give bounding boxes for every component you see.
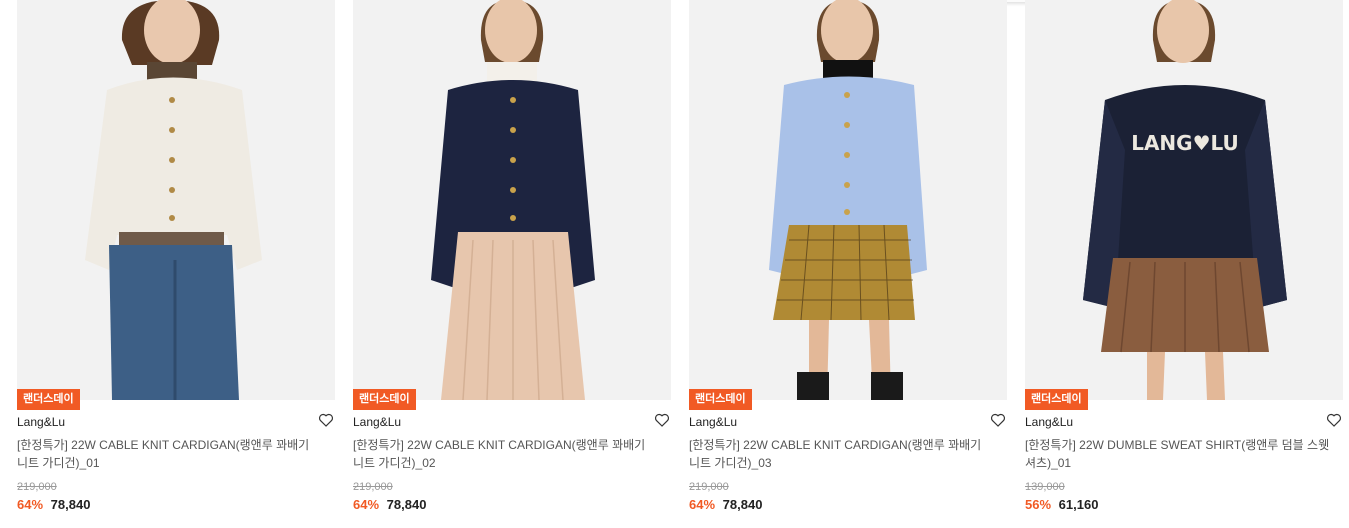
product-card[interactable]: 랜더스데이 Lang&Lu [한정특가] 22W CABLE KNIT CARD… — [353, 0, 671, 528]
heart-outline-icon[interactable] — [989, 411, 1007, 429]
price-row: 64% 78,840 — [689, 496, 762, 514]
product-card[interactable]: 랜더스데이 Lang&Lu [한정특가] 22W CABLE KNIT CARD… — [17, 0, 335, 528]
price-row: 56% 61,160 — [1025, 496, 1098, 514]
brand-name[interactable]: Lang&Lu — [1025, 415, 1073, 429]
original-price: 219,000 — [689, 481, 729, 493]
sale-price: 78,840 — [386, 497, 427, 512]
product-image[interactable]: LANG♥LU — [1025, 0, 1343, 400]
heart-outline-icon[interactable] — [317, 411, 335, 429]
original-price: 219,000 — [17, 481, 57, 493]
product-grid: 랜더스데이 Lang&Lu [한정특가] 22W CABLE KNIT CARD… — [0, 0, 1349, 528]
product-title[interactable]: [한정특가] 22W CABLE KNIT CARDIGAN(랭앤루 꽈배기 니… — [17, 436, 322, 472]
sale-price: 78,840 — [722, 497, 763, 512]
brand-name[interactable]: Lang&Lu — [353, 415, 401, 429]
brand-name[interactable]: Lang&Lu — [17, 415, 65, 429]
product-image[interactable] — [689, 0, 1007, 400]
product-title[interactable]: [한정특가] 22W CABLE KNIT CARDIGAN(랭앤루 꽈배기 니… — [353, 436, 658, 472]
heart-outline-icon[interactable] — [653, 411, 671, 429]
heart-outline-icon[interactable] — [1325, 411, 1343, 429]
brand-name[interactable]: Lang&Lu — [689, 415, 737, 429]
sale-price: 78,840 — [50, 497, 91, 512]
product-card[interactable]: LANG♥LU 랜더스데이 Lang&Lu [한정특가] 22W DUMBLE … — [1025, 0, 1343, 528]
promo-badge: 랜더스데이 — [353, 389, 416, 410]
product-title[interactable]: [한정특가] 22W DUMBLE SWEAT SHIRT(랭앤루 덤블 스웻셔… — [1025, 436, 1330, 472]
product-title[interactable]: [한정특가] 22W CABLE KNIT CARDIGAN(랭앤루 꽈배기 니… — [689, 436, 994, 472]
product-card[interactable]: 랜더스데이 Lang&Lu [한정특가] 22W CABLE KNIT CARD… — [689, 0, 1007, 528]
promo-badge: 랜더스데이 — [689, 389, 752, 410]
discount-rate: 64% — [353, 497, 380, 512]
price-row: 64% 78,840 — [353, 496, 426, 514]
product-image[interactable] — [17, 0, 335, 400]
discount-rate: 64% — [689, 497, 716, 512]
original-price: 219,000 — [353, 481, 393, 493]
promo-badge: 랜더스데이 — [17, 389, 80, 410]
product-image[interactable] — [353, 0, 671, 400]
original-price: 139,000 — [1025, 481, 1065, 493]
promo-badge: 랜더스데이 — [1025, 389, 1088, 410]
sale-price: 61,160 — [1058, 497, 1099, 512]
sweatshirt-graphic: LANG♥LU — [1131, 131, 1239, 155]
discount-rate: 64% — [17, 497, 44, 512]
price-row: 64% 78,840 — [17, 496, 90, 514]
discount-rate: 56% — [1025, 497, 1052, 512]
